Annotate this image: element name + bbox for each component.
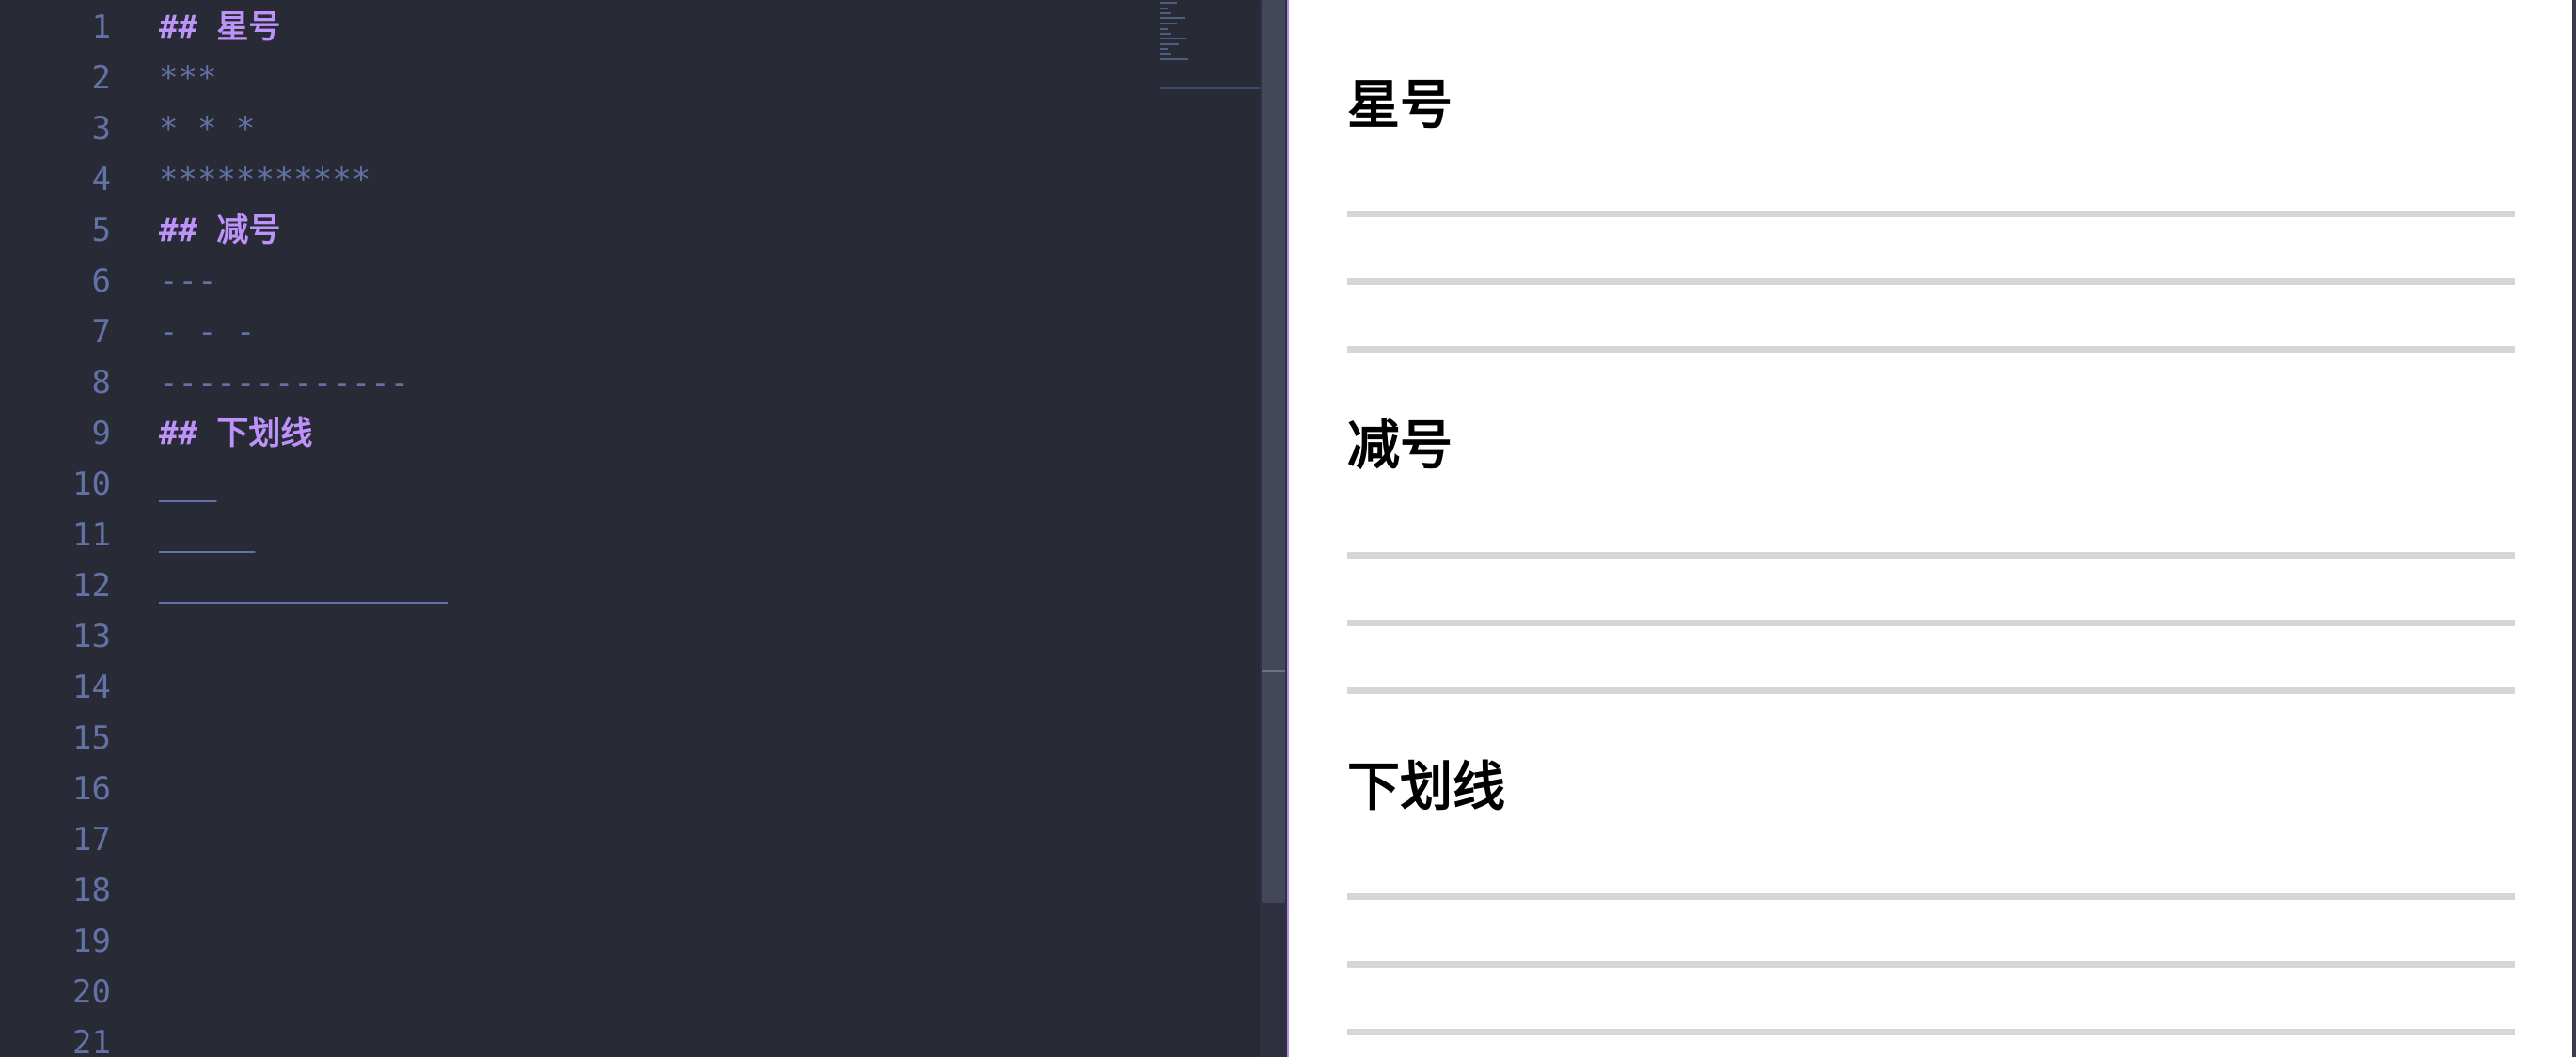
line-number: 15 [72, 719, 111, 757]
line-number: 3 [91, 110, 111, 148]
minimap[interactable] [1160, 0, 1260, 94]
code-line-heading[interactable]: ## 下划线 [159, 408, 312, 459]
line-number: 10 [72, 465, 111, 503]
markdown-editor[interactable]: 1 2 3 4 5 6 7 8 9 10 11 12 13 14 15 16 1… [0, 0, 1287, 1057]
code-line-rule[interactable]: ___ [159, 459, 216, 510]
line-number: 8 [91, 364, 111, 402]
line-number: 17 [72, 821, 111, 859]
line-number: 1 [91, 8, 111, 46]
code-line-rule[interactable]: _______________ [159, 560, 448, 611]
line-number-gutter: 1 2 3 4 5 6 7 8 9 10 11 12 13 14 15 16 1… [0, 0, 120, 1057]
preview-heading: 下划线 [1347, 757, 1505, 818]
minimap-viewport-line [1160, 87, 1260, 89]
code-line-rule[interactable]: *** [159, 53, 216, 103]
line-number: 5 [91, 212, 111, 249]
preview-heading: 星号 [1347, 75, 1453, 136]
code-line-rule[interactable]: ------------- [159, 357, 409, 408]
code-line-heading[interactable]: ## 星号 [159, 2, 280, 53]
line-number: 12 [72, 567, 111, 605]
line-number: 9 [91, 415, 111, 452]
code-line-rule[interactable]: - - - [159, 307, 255, 357]
line-number: 13 [72, 618, 111, 655]
line-number: 2 [91, 59, 111, 97]
horizontal-rule [1347, 961, 2515, 968]
horizontal-rule [1347, 893, 2515, 900]
line-number: 16 [72, 770, 111, 808]
line-number: 11 [72, 516, 111, 554]
code-line-rule[interactable]: _ _ _ [159, 510, 255, 560]
window-edge [2572, 0, 2576, 1057]
scrollbar-marker [1262, 670, 1285, 672]
line-number: 19 [72, 923, 111, 960]
editor-scrollbar-thumb[interactable] [1262, 0, 1285, 903]
code-line-rule[interactable]: * * * [159, 103, 255, 154]
markdown-preview: 星号 减号 下划线 [1289, 0, 2576, 1057]
line-number: 14 [72, 669, 111, 706]
horizontal-rule [1347, 211, 2515, 217]
line-number: 21 [72, 1024, 111, 1057]
code-line-rule[interactable]: --- [159, 256, 216, 307]
horizontal-rule [1347, 552, 2515, 559]
code-line-heading[interactable]: ## 减号 [159, 205, 280, 256]
line-number: 6 [91, 262, 111, 300]
horizontal-rule [1347, 687, 2515, 694]
preview-heading: 减号 [1347, 416, 1453, 477]
horizontal-rule [1347, 346, 2515, 353]
line-number: 20 [72, 973, 111, 1011]
horizontal-rule [1347, 278, 2515, 285]
code-line-rule[interactable]: *********** [159, 154, 370, 205]
horizontal-rule [1347, 1029, 2515, 1035]
line-number: 4 [91, 161, 111, 198]
line-number: 7 [91, 313, 111, 351]
line-number: 18 [72, 872, 111, 909]
horizontal-rule [1347, 620, 2515, 626]
